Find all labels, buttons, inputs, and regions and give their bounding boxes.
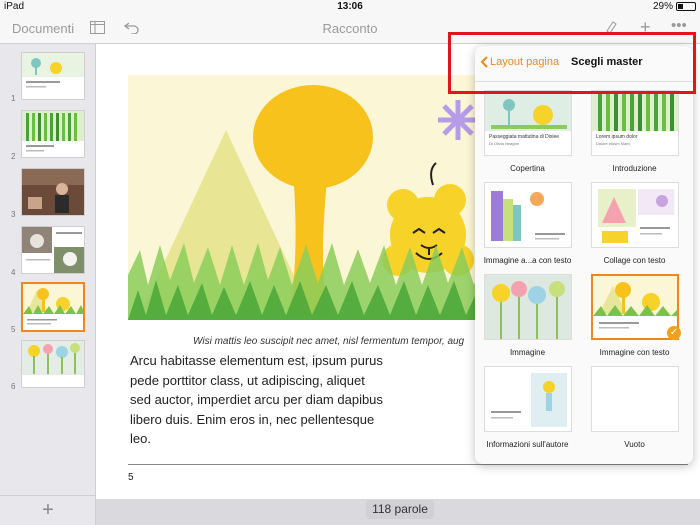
body-text[interactable]: Arcu habitasse elementum est, ipsum puru… [130,351,400,449]
master-tile-copertina[interactable]: Passeggiata mattutina di Dixiee Di Olivi… [484,90,572,156]
master-tile-vuoto[interactable] [591,366,679,432]
page-thumbnail-number: 4 [11,268,16,277]
battery-icon [676,2,696,11]
page-thumbnail-1[interactable] [21,52,85,100]
master-label: Immagine [509,348,546,357]
status-bar: iPad 13:06 29% [0,0,700,14]
body-line: Arcu habitasse elementum est, ipsum puru… [130,353,383,368]
undo-icon[interactable] [123,21,140,38]
tile-preview-subtitle: Di Olivia Neagon [489,141,520,146]
footer-divider [128,464,688,465]
master-picker-popover: Layout pagina Scegli master Passeggiata … [475,46,693,464]
master-tile-collage-con-testo[interactable] [591,182,679,248]
master-label: Immagine con testo [599,348,670,357]
master-tile-informazioni-sull-autore[interactable] [484,366,572,432]
page-thumbnail-number: 1 [11,94,16,103]
sidebar-toggle-icon[interactable] [90,21,105,38]
battery-percentage: 29% [652,1,673,12]
page-thumbnail-2[interactable] [21,110,85,158]
master-tile-immagine-a-pagina-con-testo[interactable] [484,182,572,248]
master-label: Copertina [510,164,545,173]
page-thumbnail-4[interactable] [21,226,85,274]
selected-check-icon: ✓ [667,326,681,340]
page-thumbnail-number: 6 [11,382,16,391]
tile-preview-subtitle: Dolore eiusm Maec [596,141,631,146]
page-thumbnail-number: 5 [11,325,16,334]
body-line: libero duis. Enim eros in, nec pellentes… [130,411,375,427]
add-page-button[interactable]: + [0,495,96,525]
master-label: Introduzione [612,164,657,173]
master-tile-immagine-con-testo-selected[interactable] [591,274,679,340]
page-thumbnail-number: 2 [11,152,16,161]
master-label: Vuoto [624,440,645,449]
page-thumbnails-sidebar: 1 2 3 4 5 6 + [0,44,96,525]
master-label: Informazioni sull'autore [486,440,569,449]
master-label: Collage con testo [603,256,666,265]
page-thumbnail-6[interactable] [21,340,85,388]
master-tile-immagine[interactable] [484,274,572,340]
master-tile-introduzione[interactable]: Lorem ipsum dolor Dolore eiusm Maec [591,90,679,156]
page-thumbnail-5[interactable] [21,282,85,332]
clock: 13:06 [337,1,363,12]
documents-button[interactable]: Documenti [12,21,74,36]
word-count-badge[interactable]: 118 parole [366,500,434,519]
page-number: 5 [128,472,134,483]
tile-preview-title: Passeggiata mattutina di Dixiee [489,134,560,140]
body-line: leo. [130,431,151,446]
page-thumbnail-number: 3 [11,210,16,219]
body-line: pede porttitor class, ut adipiscing, ali… [130,372,365,388]
tile-preview-title: Lorem ipsum dolor [596,134,638,140]
body-line: sed auctor, imperdiet arcu per diam dapi… [130,392,383,407]
page-thumbnail-3[interactable] [21,168,85,216]
highlight-annotation-box [448,32,696,94]
master-label: Immagine a...a con testo [483,256,572,265]
status-right: 29% [653,1,696,12]
